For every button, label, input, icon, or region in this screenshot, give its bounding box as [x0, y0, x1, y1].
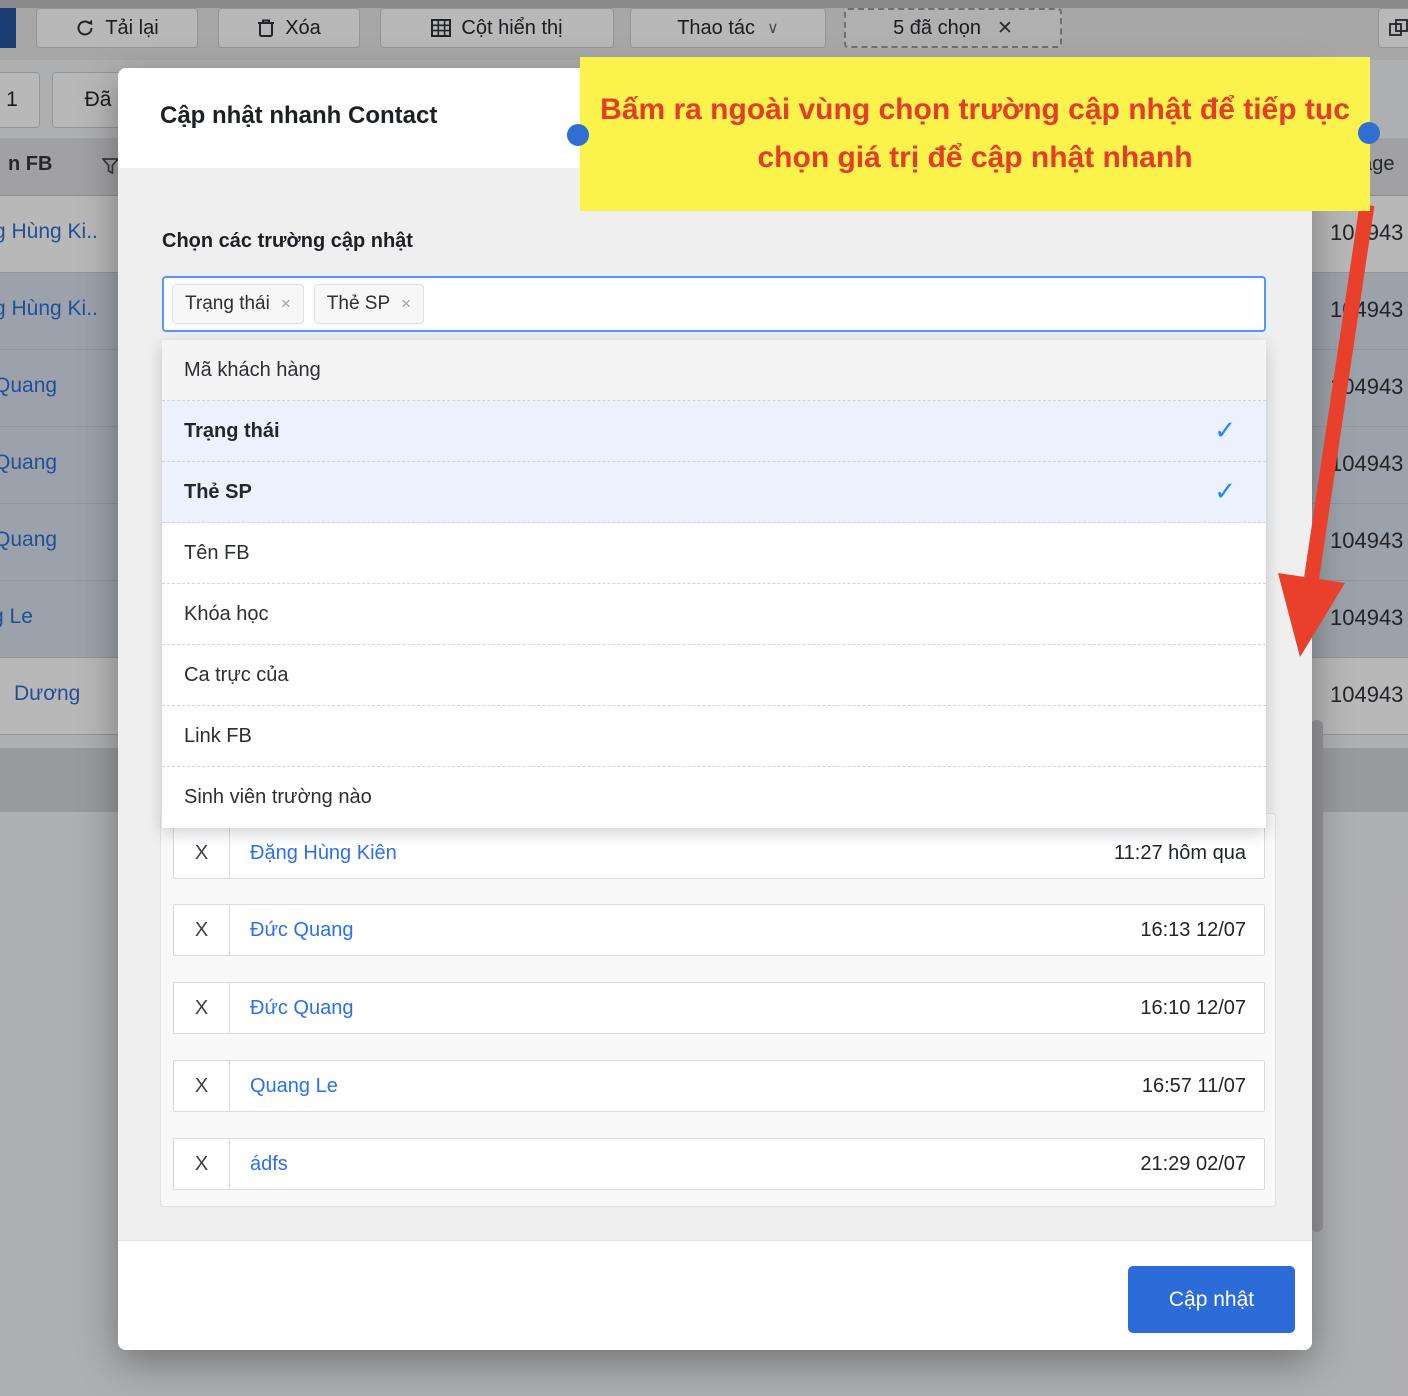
option-trang-thai[interactable]: Trạng thái ✓	[162, 401, 1266, 462]
modal-title: Cập nhật nhanh Contact	[160, 102, 437, 130]
option-label: Ca trực của	[184, 664, 289, 687]
update-button[interactable]: Cập nhật	[1128, 1266, 1295, 1333]
remove-contact-button[interactable]: X	[174, 1061, 230, 1111]
remove-contact-button[interactable]: X	[174, 905, 230, 955]
tag-remove-icon[interactable]: ×	[401, 294, 411, 314]
fields-multiselect[interactable]: Trạng thái × Thẻ SP ×	[162, 276, 1266, 332]
option-ten-fb[interactable]: Tên FB	[162, 523, 1266, 584]
contact-name-link[interactable]: Đặng Hùng Kiên	[230, 842, 397, 865]
contact-row: X ádfs 21:29 02/07	[173, 1138, 1265, 1190]
option-sinh-vien-truong-nao[interactable]: Sinh viên trường nào	[162, 767, 1266, 828]
contact-row: X Quang Le 16:57 11/07	[173, 1060, 1265, 1112]
contact-time: 11:27 hôm qua	[1114, 842, 1264, 865]
contact-time: 16:10 12/07	[1140, 997, 1264, 1020]
contact-row: X Đặng Hùng Kiên 11:27 hôm qua	[173, 827, 1265, 879]
option-label: Sinh viên trường nào	[184, 786, 372, 809]
tag-the-sp[interactable]: Thẻ SP ×	[314, 284, 424, 324]
annotation-handle-left[interactable]	[567, 124, 589, 146]
option-label: Tên FB	[184, 542, 250, 565]
contact-time: 16:13 12/07	[1140, 919, 1264, 942]
annotation-text: Bấm ra ngoài vùng chọn trường cập nhật đ…	[594, 86, 1356, 182]
option-label: Mã khách hàng	[184, 359, 321, 382]
option-label: Khóa học	[184, 603, 269, 626]
remove-contact-button[interactable]: X	[174, 1139, 230, 1189]
quick-update-modal: Cập nhật nhanh Contact Chọn các trường c…	[118, 68, 1312, 1350]
tag-trang-thai[interactable]: Trạng thái ×	[172, 284, 304, 324]
screen: Tải lại Xóa Cột hiển thị Thao tác ∨ 5 đã…	[0, 0, 1408, 1396]
contact-name-link[interactable]: Đức Quang	[230, 919, 353, 942]
tag-label: Trạng thái	[185, 293, 270, 315]
fields-dropdown: Mã khách hàng Trạng thái ✓ Thẻ SP ✓ Tên …	[162, 340, 1266, 828]
contact-name-link[interactable]: Quang Le	[230, 1075, 338, 1098]
annotation-note: Bấm ra ngoài vùng chọn trường cập nhật đ…	[580, 57, 1370, 211]
option-link-fb[interactable]: Link FB	[162, 706, 1266, 767]
option-label: Link FB	[184, 725, 252, 748]
option-ma-khach-hang[interactable]: Mã khách hàng	[162, 340, 1266, 401]
check-icon: ✓	[1214, 415, 1236, 446]
option-ca-truc-cua[interactable]: Ca trực của	[162, 645, 1266, 706]
contact-time: 16:57 11/07	[1142, 1075, 1264, 1098]
field-label: Chọn các trường cập nhật	[162, 230, 413, 253]
remove-contact-button[interactable]: X	[174, 828, 230, 878]
contact-name-link[interactable]: Đức Quang	[230, 997, 353, 1020]
contact-row: X Đức Quang 16:13 12/07	[173, 904, 1265, 956]
contact-time: 21:29 02/07	[1140, 1153, 1264, 1176]
annotation-handle-right[interactable]	[1358, 122, 1380, 144]
contact-name-link[interactable]: ádfs	[230, 1153, 288, 1176]
option-label: Thẻ SP	[184, 481, 252, 504]
selected-contacts-list: X Đặng Hùng Kiên 11:27 hôm qua X Đức Qua…	[160, 813, 1276, 1207]
check-icon: ✓	[1214, 476, 1236, 507]
option-label: Trạng thái	[184, 420, 280, 443]
option-khoa-hoc[interactable]: Khóa học	[162, 584, 1266, 645]
tag-remove-icon[interactable]: ×	[281, 294, 291, 314]
contact-row: X Đức Quang 16:10 12/07	[173, 982, 1265, 1034]
modal-footer: Cập nhật	[118, 1240, 1312, 1350]
remove-contact-button[interactable]: X	[174, 983, 230, 1033]
scrollbar-thumb[interactable]	[1311, 720, 1323, 1232]
tag-label: Thẻ SP	[327, 293, 390, 315]
option-the-sp[interactable]: Thẻ SP ✓	[162, 462, 1266, 523]
